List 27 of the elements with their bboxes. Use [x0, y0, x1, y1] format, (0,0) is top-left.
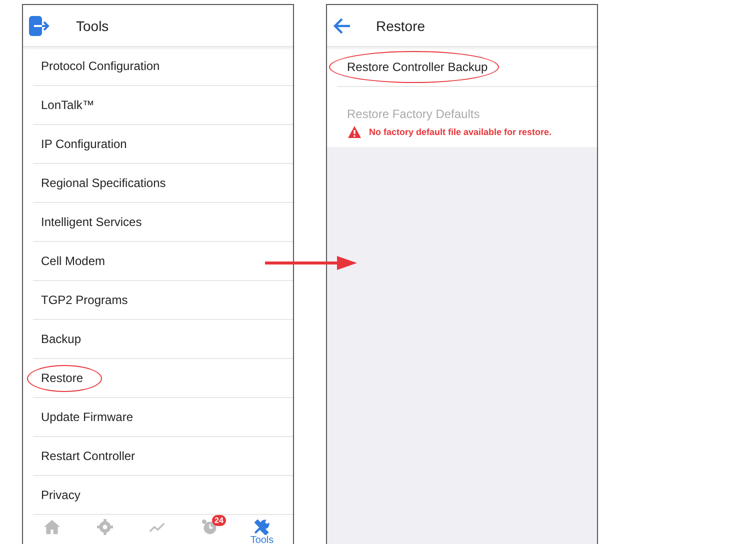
menu-item[interactable]: Restore Controller Backup — [337, 47, 597, 87]
notification-badge: 24 — [212, 515, 226, 526]
gear-icon — [96, 519, 112, 535]
menu-item[interactable]: Cell Modem — [33, 242, 293, 281]
warning-message: No factory default file available for restore. — [369, 127, 552, 137]
menu-item[interactable]: Restore — [33, 359, 293, 398]
menu-item[interactable]: Privacy — [33, 476, 293, 515]
menu-item[interactable]: Protocol Configuration — [33, 47, 293, 86]
menu-item[interactable]: Restart Controller — [33, 437, 293, 476]
menu-item[interactable]: TGP2 Programs — [33, 281, 293, 320]
menu-item[interactable]: IP Configuration — [33, 125, 293, 164]
menu-item[interactable]: Regional Specifications — [33, 164, 293, 203]
back-arrow-icon — [333, 18, 351, 34]
home-icon — [44, 519, 60, 535]
menu-item: Restore Factory Defaults — [346, 106, 481, 121]
menu-item[interactable]: Intelligent Services — [33, 203, 293, 242]
nav-tab[interactable]: 24 — [190, 515, 228, 544]
exit-icon — [29, 16, 51, 36]
screen-title: Restore — [376, 18, 426, 34]
nav-tab[interactable]: Tools — [243, 515, 281, 544]
warning-icon — [348, 126, 361, 138]
back-button[interactable] — [333, 18, 351, 34]
menu-item[interactable]: Backup — [33, 320, 293, 359]
screen-title: Tools — [76, 18, 109, 34]
menu-item[interactable]: Update Firmware — [33, 398, 293, 437]
menu-item[interactable]: LonTalk™ — [33, 86, 293, 125]
exit-button[interactable] — [29, 16, 51, 36]
